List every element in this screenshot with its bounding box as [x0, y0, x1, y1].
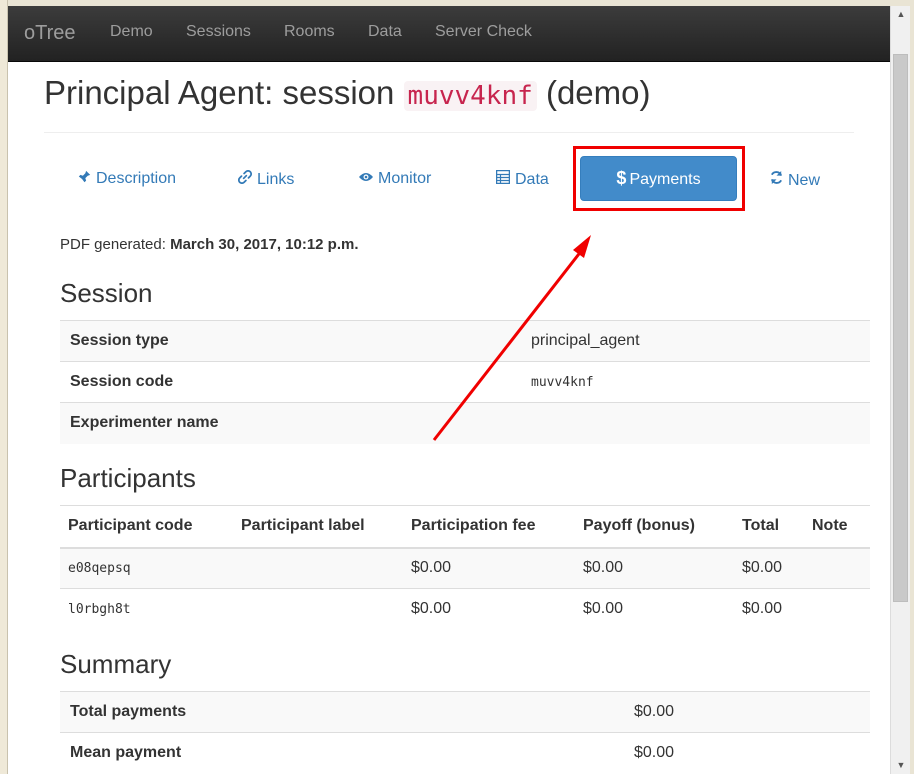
- session-table: Session type principal_agent Session cod…: [60, 320, 870, 444]
- row-value: $0.00: [624, 691, 870, 733]
- row-value: $0.00: [624, 732, 870, 774]
- total: $0.00: [734, 547, 804, 589]
- tab-links[interactable]: Links: [237, 169, 295, 189]
- title-prefix: Principal Agent: session: [44, 74, 395, 111]
- participants-heading: Participants: [60, 463, 196, 493]
- eye-icon: [358, 170, 374, 186]
- brand-link[interactable]: oTree: [24, 22, 76, 45]
- summary-heading: Summary: [60, 649, 172, 679]
- refresh-icon: [768, 170, 784, 188]
- table-row: Total payments $0.00: [60, 691, 870, 733]
- participant-label: [233, 588, 403, 630]
- link-icon: [237, 169, 253, 187]
- column-header: Payoff (bonus): [575, 505, 734, 549]
- tab-label: Data: [515, 171, 549, 188]
- row-label: Session type: [60, 320, 521, 362]
- column-header: Participant code: [60, 505, 233, 549]
- table-row: l0rbgh8t $0.00 $0.00 $0.00: [60, 588, 870, 630]
- pushpin-icon: [76, 170, 92, 186]
- row-value: [521, 402, 870, 444]
- participant-code: l0rbgh8t: [60, 588, 233, 630]
- row-label: Mean payment: [60, 732, 624, 774]
- nav-link-data[interactable]: Data: [368, 23, 402, 41]
- scroll-up-arrow-icon[interactable]: ▲: [891, 6, 911, 23]
- nav-link-sessions[interactable]: Sessions: [186, 23, 251, 41]
- table-row: Experimenter name: [60, 402, 870, 444]
- row-label: Total payments: [60, 691, 624, 733]
- column-header: Note: [804, 505, 870, 549]
- nav-link-server-check[interactable]: Server Check: [435, 23, 532, 41]
- tab-label: Monitor: [378, 170, 432, 187]
- row-value: principal_agent: [521, 320, 870, 362]
- payoff: $0.00: [575, 588, 734, 630]
- table-row: e08qepsq $0.00 $0.00 $0.00: [60, 547, 870, 589]
- column-header: Total: [734, 505, 804, 549]
- summary-table: Total payments $0.00 Mean payment $0.00: [60, 691, 870, 774]
- participant-code: e08qepsq: [60, 547, 233, 589]
- table-row: Mean payment $0.00: [60, 732, 870, 774]
- table-row: Session code muvv4knf: [60, 361, 870, 403]
- scroll-down-arrow-icon[interactable]: ▼: [891, 757, 911, 774]
- session-code-badge: muvv4knf: [403, 81, 537, 111]
- table-icon: [495, 169, 511, 187]
- pdf-generated-line: PDF generated: March 30, 2017, 10:12 p.m…: [60, 236, 359, 253]
- page-viewport: oTree Demo Sessions Rooms Data Server Ch…: [8, 6, 890, 774]
- window-left-edge: [0, 0, 8, 774]
- annotation-highlight-box: [573, 146, 745, 211]
- nav-link-demo[interactable]: Demo: [110, 23, 153, 41]
- table-header-row: Participant code Participant label Parti…: [60, 505, 870, 549]
- note: [804, 588, 870, 630]
- page-title: Principal Agent: session muvv4knf (demo): [44, 74, 650, 112]
- payoff: $0.00: [575, 547, 734, 589]
- pdf-generated-label: PDF generated:: [60, 236, 166, 253]
- column-header: Participant label: [233, 505, 403, 549]
- participation-fee: $0.00: [403, 588, 575, 630]
- vertical-scrollbar[interactable]: ▲ ▼: [890, 6, 910, 774]
- row-label: Session code: [60, 361, 521, 403]
- session-heading: Session: [60, 278, 153, 308]
- tab-label: New: [788, 172, 821, 189]
- pdf-generated-date: March 30, 2017, 10:12 p.m.: [170, 236, 359, 253]
- browser-frame: oTree Demo Sessions Rooms Data Server Ch…: [0, 0, 914, 774]
- tab-new[interactable]: New: [768, 170, 820, 190]
- row-label: Experimenter name: [60, 402, 521, 444]
- tab-description[interactable]: Description: [76, 170, 176, 188]
- title-suffix: (demo): [545, 74, 651, 111]
- scrollbar-thumb[interactable]: [893, 54, 908, 602]
- column-header: Participation fee: [403, 505, 575, 549]
- title-divider: [44, 132, 854, 133]
- participants-table: Participant code Participant label Parti…: [60, 505, 870, 630]
- nav-link-rooms[interactable]: Rooms: [284, 23, 335, 41]
- participant-label: [233, 547, 403, 589]
- tab-data[interactable]: Data: [495, 169, 549, 189]
- tab-monitor[interactable]: Monitor: [358, 170, 431, 188]
- note: [804, 547, 870, 589]
- top-navbar: oTree Demo Sessions Rooms Data Server Ch…: [8, 6, 890, 62]
- tab-label: Links: [257, 171, 295, 188]
- participation-fee: $0.00: [403, 547, 575, 589]
- total: $0.00: [734, 588, 804, 630]
- row-value: muvv4knf: [521, 361, 870, 403]
- tab-label: Description: [96, 170, 177, 187]
- table-row: Session type principal_agent: [60, 320, 870, 362]
